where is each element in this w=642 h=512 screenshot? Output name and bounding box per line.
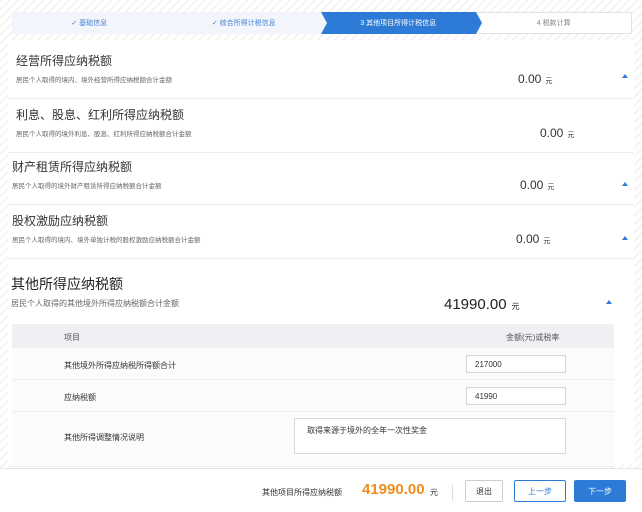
tax-payable-input[interactable]: 41990 — [466, 387, 566, 405]
step-comprehensive-income[interactable]: ✓ 综合所得计税信息 — [166, 12, 327, 34]
total-unit: 元 — [430, 488, 438, 497]
section-amount: 0.00 元 — [520, 178, 555, 192]
previous-step-button[interactable]: 上一步 — [514, 480, 566, 502]
step-basic-info[interactable]: ✓ 基础信息 — [12, 12, 173, 34]
section-description: 居民个人取得的其他境外所得应纳税额合计金额 — [11, 299, 179, 308]
section-business-income: 经营所得应纳税额 居民个人取得的境内、境外经营所得应纳税额合计金额 0.00 元 — [8, 40, 634, 99]
table-row: 应纳税额 41990 — [12, 380, 614, 412]
next-step-button[interactable]: 下一步 — [574, 480, 626, 502]
step-tax-calculation[interactable]: 4 税款计算 — [475, 12, 632, 34]
exit-button[interactable]: 退出 — [465, 480, 503, 502]
column-header-amount: 金额(元)或税率 — [506, 333, 560, 342]
section-amount: 41990.00 元 — [444, 296, 520, 313]
section-title: 财产租赁所得应纳税额 — [12, 160, 133, 174]
section-amount: 0.00 元 — [516, 232, 551, 246]
total-amount: 41990.00 — [362, 481, 425, 498]
step-progress-bar: ✓ 基础信息 ✓ 综合所得计税信息 3 其他项目所得计税信息 4 税款计算 — [12, 12, 632, 34]
section-title: 经营所得应纳税额 — [16, 54, 113, 68]
section-description: 居民个人取得的境外利息、股息、红利所得应纳税额合计金额 — [16, 131, 192, 138]
table-header: 项目 金额(元)或税率 — [12, 324, 614, 348]
footer-bar: 其他项目所得应纳税额 41990.00 元 退出 上一步 下一步 — [0, 468, 642, 512]
step-label: 3 其他项目所得计税信息 — [360, 20, 437, 27]
section-equity-incentive: 股权激励应纳税额 居民个人取得的境内、境外单独计税的股权激励应纳税额合计金额 0… — [8, 204, 634, 259]
collapse-caret-icon[interactable] — [622, 182, 628, 186]
divider — [452, 485, 453, 501]
section-title: 股权激励应纳税额 — [12, 214, 109, 228]
row-label: 其他境外所得应纳税所得额合计 — [64, 361, 176, 370]
section-description: 居民个人取得的境外财产租赁所得应纳税额合计金额 — [12, 183, 162, 190]
table-row: 其他境外所得应纳税所得额合计 217000 — [12, 348, 614, 380]
step-label: ✓ 综合所得计税信息 — [211, 20, 276, 27]
section-title: 利息、股息、红利所得应纳税额 — [16, 108, 185, 122]
collapse-caret-icon[interactable] — [606, 300, 612, 304]
adjustment-description-textarea[interactable]: 取得来源于境外的全年一次性奖金 — [294, 418, 566, 454]
main-content: 经营所得应纳税额 居民个人取得的境内、境外经营所得应纳税额合计金额 0.00 元 … — [8, 40, 634, 467]
collapse-caret-icon[interactable] — [622, 236, 628, 240]
step-label: 4 税款计算 — [536, 20, 571, 27]
section-amount: 0.00 元 — [540, 126, 575, 140]
column-header-item: 项目 — [64, 333, 80, 342]
row-label: 应纳税额 — [64, 393, 96, 402]
section-interest-dividend-income: 利息、股息、红利所得应纳税额 居民个人取得的境外利息、股息、红利所得应纳税额合计… — [8, 98, 634, 153]
section-description: 居民个人取得的境内、境外经营所得应纳税额合计金额 — [16, 77, 172, 84]
step-other-income[interactable]: 3 其他项目所得计税信息 — [321, 12, 482, 34]
foreign-taxable-income-input[interactable]: 217000 — [466, 355, 566, 373]
other-income-table: 项目 金额(元)或税率 其他境外所得应纳税所得额合计 217000 应纳税额 4… — [12, 324, 614, 467]
section-description: 居民个人取得的境内、境外单独计税的股权激励应纳税额合计金额 — [12, 237, 201, 244]
section-title: 其他所得应纳税额 — [11, 276, 123, 292]
section-amount: 0.00 元 — [518, 72, 553, 86]
row-label: 其他所得调整情况说明 — [64, 433, 144, 442]
total-label: 其他项目所得应纳税额 — [262, 488, 342, 497]
step-label: ✓ 基础信息 — [71, 20, 108, 27]
table-row: 其他所得调整情况说明 取得来源于境外的全年一次性奖金 — [12, 412, 614, 467]
collapse-caret-icon[interactable] — [622, 74, 628, 78]
section-property-lease-income: 财产租赁所得应纳税额 居民个人取得的境外财产租赁所得应纳税额合计金额 0.00 元 — [8, 152, 634, 205]
